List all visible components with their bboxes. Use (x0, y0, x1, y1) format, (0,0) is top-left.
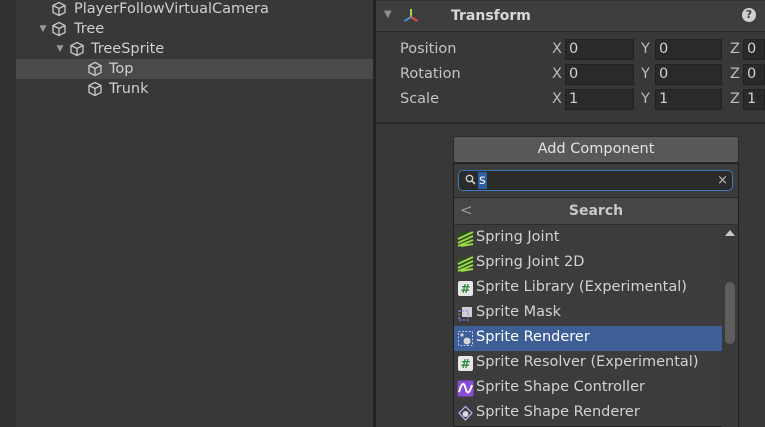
component-separator (376, 122, 765, 124)
result-label: Spring Joint (476, 229, 560, 245)
result-sprite-shape-controller[interactable]: Sprite Shape Controller (454, 376, 722, 401)
axis-label-y[interactable]: Y (641, 66, 650, 82)
search-input-value[interactable]: s (478, 172, 487, 189)
axis-label-x[interactable]: X (552, 91, 562, 107)
search-header-title: Search (568, 203, 624, 219)
result-label: Sprite Library (Experimental) (476, 279, 687, 295)
scrollbar-thumb[interactable] (725, 282, 735, 344)
hierarchy-item-top[interactable]: Top (16, 59, 373, 79)
gameobject-cube-icon (88, 61, 102, 77)
sprite-shape-controller-icon (457, 380, 474, 397)
hierarchy-item-playerfollowvirtualcamera[interactable]: PlayerFollowVirtualCamera (16, 0, 373, 19)
gameobject-cube-icon (52, 1, 66, 17)
hierarchy-item-label: Trunk (109, 81, 149, 97)
hierarchy-item-label: TreeSprite (91, 41, 165, 57)
result-label: Spring Joint 2D (476, 254, 585, 270)
search-header: < Search (454, 197, 738, 225)
rotation-z-field[interactable]: 0 (743, 64, 765, 85)
script-hash-icon: # (458, 356, 473, 371)
inspector-panel: ▼ Transform ? Position X 0 Y 0 Z 0 Rotat… (376, 0, 765, 427)
add-component-button[interactable]: Add Component (453, 136, 739, 163)
script-hash-icon: # (458, 281, 473, 296)
position-z-field[interactable]: 0 (743, 39, 765, 60)
axis-label-z[interactable]: Z (730, 91, 740, 107)
result-label: Sprite Resolver (Experimental) (476, 354, 699, 370)
gameobject-cube-icon (88, 81, 102, 97)
scale-row: Scale X 1 Y 1 Z 1 (376, 88, 765, 112)
scroll-up-arrow-icon[interactable] (725, 230, 735, 236)
result-sprite-renderer[interactable]: Sprite Renderer (454, 326, 722, 351)
hierarchy-item-trunk[interactable]: Trunk (16, 79, 373, 99)
axis-label-z[interactable]: Z (730, 66, 740, 82)
sprite-mask-icon (458, 307, 472, 321)
result-sprite-mask[interactable]: Sprite Mask (454, 301, 722, 326)
component-title: Transform (451, 8, 531, 24)
position-row: Position X 0 Y 0 Z 0 (376, 38, 765, 62)
clear-icon[interactable]: × (717, 171, 728, 190)
result-label: Sprite Mask (476, 304, 561, 320)
results-scrollbar[interactable] (722, 226, 738, 427)
result-spring-joint[interactable]: Spring Joint (454, 226, 722, 251)
hierarchy-item-treesprite[interactable]: ▼ TreeSprite (16, 39, 373, 59)
component-search-popup: s × < Search Spring Joint Spring Joint 2… (453, 163, 739, 427)
svg-text:#: # (460, 282, 470, 296)
component-search-input[interactable]: s × (458, 170, 733, 191)
axis-label-x[interactable]: X (552, 66, 562, 82)
search-icon (465, 174, 476, 185)
result-sprite-library[interactable]: # Sprite Library (Experimental) (454, 276, 722, 301)
svg-text:#: # (460, 357, 470, 371)
hierarchy-gutter (0, 0, 16, 427)
scale-z-field[interactable]: 1 (743, 89, 765, 110)
axis-label-x[interactable]: X (552, 41, 562, 57)
rotation-row: Rotation X 0 Y 0 Z 0 (376, 63, 765, 87)
axis-label-y[interactable]: Y (641, 91, 650, 107)
hierarchy-panel: PlayerFollowVirtualCamera ▼ Tree ▼ TreeS… (0, 0, 373, 427)
position-y-field[interactable]: 0 (655, 39, 722, 60)
axis-label-y[interactable]: Y (641, 41, 650, 57)
position-x-field[interactable]: 0 (565, 39, 634, 60)
search-results-list: Spring Joint Spring Joint 2D # Sprite Li… (454, 226, 722, 427)
result-label: Sprite Shape Controller (476, 379, 645, 395)
result-label: Sprite Renderer (476, 329, 590, 345)
transform-header[interactable]: ▼ Transform ? (376, 0, 765, 32)
property-label: Scale (400, 91, 440, 107)
hierarchy-item-label: Tree (74, 21, 105, 37)
rotation-y-field[interactable]: 0 (655, 64, 722, 85)
expand-arrow-icon[interactable]: ▼ (37, 19, 49, 39)
hierarchy-item-label: Top (109, 61, 134, 77)
scale-y-field[interactable]: 1 (655, 89, 722, 110)
help-icon[interactable]: ? (742, 8, 756, 22)
gameobject-cube-icon (70, 41, 84, 57)
result-spring-joint-2d[interactable]: Spring Joint 2D (454, 251, 722, 276)
hierarchy-item-label: PlayerFollowVirtualCamera (74, 1, 269, 17)
result-sprite-resolver[interactable]: # Sprite Resolver (Experimental) (454, 351, 722, 376)
property-label: Position (400, 41, 457, 57)
axis-label-z[interactable]: Z (730, 41, 740, 57)
expand-arrow-icon[interactable]: ▼ (54, 39, 66, 59)
result-label: Sprite Shape Renderer (476, 404, 640, 420)
hierarchy-item-tree[interactable]: ▼ Tree (16, 19, 373, 39)
foldout-arrow-icon[interactable]: ▼ (384, 9, 392, 20)
spring-joint-icon (457, 231, 474, 247)
rotation-x-field[interactable]: 0 (565, 64, 634, 85)
property-label: Rotation (400, 66, 461, 82)
gameobject-cube-icon (52, 21, 66, 37)
result-sprite-shape-renderer[interactable]: Sprite Shape Renderer (454, 401, 722, 426)
scale-x-field[interactable]: 1 (565, 89, 634, 110)
sprite-renderer-icon (458, 331, 473, 346)
sprite-shape-renderer-icon (458, 405, 473, 421)
spring-joint-2d-icon (457, 256, 474, 272)
transform-icon (403, 9, 419, 22)
